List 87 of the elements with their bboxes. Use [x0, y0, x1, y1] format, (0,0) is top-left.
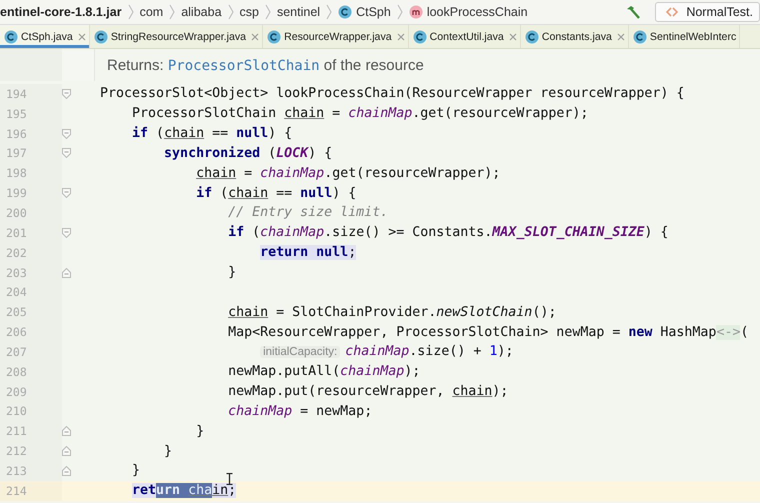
breadcrumb-item[interactable]: csp — [240, 5, 259, 19]
fold-marker-icon[interactable] — [62, 268, 71, 278]
fold-marker-icon[interactable] — [62, 188, 71, 198]
line-number: 204 — [0, 282, 62, 302]
line-number: 194 — [0, 84, 62, 104]
class-icon — [524, 30, 539, 44]
fold-marker-icon[interactable] — [62, 128, 71, 139]
code-line: // Entry size limit. — [227, 205, 388, 220]
code-line: ProcessorSlot<Object> lookProcessChain(ResourceWrapper resourceWrapper) { — [100, 86, 684, 102]
chevron-icon — [128, 4, 134, 20]
editor-tab[interactable]: ResourceWrapper.java — [263, 25, 409, 48]
code-line: newMap.put(resourceWrapper, chain); — [227, 384, 508, 400]
code-line: chain = chainMap.get(resourceWrapper); — [195, 166, 500, 181]
close-icon[interactable] — [78, 32, 86, 40]
code-line: if (chain == null) { — [195, 186, 356, 201]
fold-marker-icon[interactable] — [62, 446, 71, 456]
editor-tab[interactable]: StringResourceWrapper.java — [90, 25, 264, 48]
run-configuration-dropdown[interactable]: NormalTest. — [655, 2, 760, 22]
code-line: chainMap = newMap; — [227, 404, 372, 419]
chevron-icon — [169, 4, 176, 20]
type-link[interactable]: ProcessorSlotChain — [168, 58, 320, 74]
class-icon — [338, 5, 352, 19]
line-number: 214 — [0, 480, 62, 501]
fold-marker-icon[interactable] — [62, 426, 71, 436]
breadcrumb-item[interactable]: CtSph — [356, 5, 391, 19]
line-number: 211 — [0, 421, 62, 442]
fold-marker-icon[interactable] — [62, 228, 71, 238]
line-number: 203 — [0, 262, 62, 282]
breadcrumb-item[interactable]: com — [140, 5, 164, 19]
editor-tab[interactable]: CtSph.java — [0, 25, 90, 48]
breadcrumb-item[interactable]: alibaba — [181, 5, 222, 19]
line-number: 202 — [0, 242, 62, 263]
code-line: } — [195, 424, 204, 439]
close-icon[interactable] — [508, 32, 517, 40]
line-number: 210 — [0, 402, 62, 422]
parameter-hint: initialCapacity: — [260, 346, 340, 358]
code-line: Map<ResourceWrapper, ProcessorSlotChain> newMap = new HashMap<->( — [227, 324, 748, 340]
code-line: newMap.putAll(chainMap); — [227, 364, 420, 380]
code-line: synchronized (LOCK) { — [163, 146, 332, 161]
line-number: 212 — [0, 441, 62, 462]
hammer-icon[interactable] — [625, 4, 642, 20]
line-number: 199 — [0, 183, 62, 204]
class-icon — [632, 30, 647, 44]
line-number: 205 — [0, 302, 62, 322]
close-icon[interactable] — [251, 32, 260, 40]
chevron-icon — [264, 4, 271, 20]
breadcrumb-item[interactable]: sentinel — [276, 5, 320, 19]
breadcrumb-item[interactable]: entinel-core-1.8.1.jar — [0, 5, 122, 19]
chevron-icon — [228, 4, 234, 20]
code-line: if (chainMap.size() >= Constants.MAX_SLOT_CHAIN_SIZE) { — [227, 225, 668, 240]
class-icon — [94, 30, 108, 44]
line-number: 201 — [0, 222, 62, 243]
code-line: } — [131, 463, 140, 478]
chevron-icon — [326, 4, 332, 20]
code-line: } — [227, 265, 236, 280]
line-number: 206 — [0, 322, 62, 342]
close-icon[interactable] — [396, 32, 405, 40]
angle-brackets-icon — [666, 6, 678, 18]
code-line: if (chain == null) { — [131, 126, 292, 142]
editor-tab[interactable]: SentinelWebInterc — [628, 25, 740, 48]
editor-tab[interactable]: Constants.java — [520, 25, 629, 48]
class-icon — [4, 30, 18, 44]
method-icon — [408, 5, 423, 19]
fold-marker-icon[interactable] — [62, 148, 71, 158]
line-number: 196 — [0, 124, 62, 144]
line-number: 209 — [0, 382, 62, 402]
code-line: ProcessorSlotChain chain = chainMap.get(resourceWrapper); — [131, 106, 588, 122]
class-icon — [267, 30, 282, 44]
breadcrumb-item[interactable]: lookProcessChain — [426, 5, 528, 19]
fold-marker-icon[interactable] — [62, 466, 71, 476]
chevron-icon — [396, 4, 403, 20]
code-line: chain = SlotChainProvider.newSlotChain(); — [227, 304, 556, 320]
code-line: chainMap.size() + 1); — [345, 344, 514, 360]
text-cursor-icon — [226, 473, 233, 485]
line-number: 200 — [0, 203, 62, 223]
close-icon[interactable] — [616, 32, 625, 40]
line-number: 213 — [0, 461, 62, 481]
code-line: } — [163, 444, 172, 459]
line-number: 197 — [0, 144, 62, 164]
documentation-text: Returns: ProcessorSlotChain of the resource — [107, 56, 424, 74]
line-number: 198 — [0, 163, 62, 184]
class-icon — [412, 30, 427, 44]
line-number: 207 — [0, 342, 62, 362]
fold-marker-icon[interactable] — [62, 88, 71, 99]
line-number: 195 — [0, 104, 62, 124]
line-number: 208 — [0, 362, 62, 382]
editor-tab[interactable]: ContextUtil.java — [408, 25, 521, 48]
